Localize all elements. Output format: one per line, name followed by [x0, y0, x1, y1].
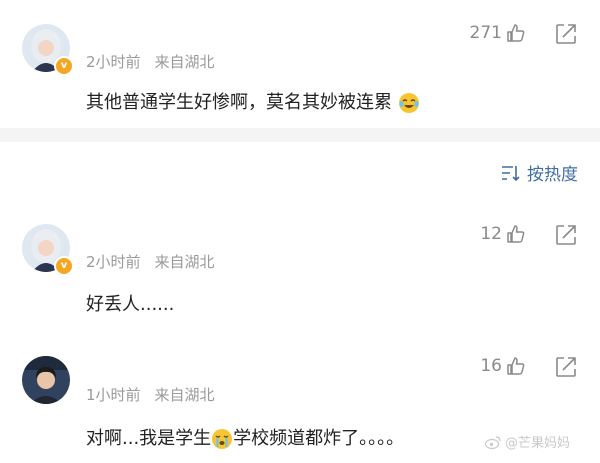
comment-meta: 1小时前 来自湖北 — [86, 384, 215, 405]
share-button[interactable] — [554, 223, 578, 247]
sort-label: 按热度 — [527, 165, 578, 185]
comment-text-part: 其他普通学生好惨啊，莫名其妙被连累 — [86, 92, 392, 113]
comment-location: 来自湖北 — [154, 53, 215, 71]
verified-badge-icon: v — [54, 256, 74, 276]
share-icon — [556, 357, 576, 377]
like-count: 12 — [480, 224, 502, 244]
avatar[interactable] — [22, 356, 70, 404]
thumbs-up-icon — [507, 225, 525, 243]
share-icon — [556, 225, 576, 245]
verified-badge-icon: v — [54, 56, 74, 76]
weibo-logo-icon — [484, 435, 501, 449]
share-icon — [556, 24, 576, 44]
sort-by-hot-button[interactable]: 按热度 — [501, 160, 578, 185]
comment-text: 其他普通学生好惨啊，莫名其妙被连累 — [86, 88, 420, 114]
like-button[interactable]: 16 — [480, 356, 526, 376]
avatar-image — [22, 356, 70, 404]
share-button[interactable] — [554, 355, 578, 379]
comment-location: 来自湖北 — [154, 253, 215, 271]
comment-location: 来自湖北 — [154, 386, 215, 404]
section-divider — [0, 128, 600, 142]
comment-text: 好丢人...... — [86, 290, 174, 316]
like-count: 271 — [469, 23, 502, 43]
crying-emoji-icon — [212, 429, 233, 449]
comment-text-part: 对啊...我是学生 — [86, 428, 212, 449]
sort-icon — [502, 165, 520, 181]
like-count: 16 — [480, 356, 502, 376]
like-button[interactable]: 12 — [480, 224, 526, 244]
comment-meta: 2小时前 来自湖北 — [86, 51, 215, 72]
like-button[interactable]: 271 — [470, 23, 526, 43]
comment-meta: 2小时前 来自湖北 — [86, 251, 215, 272]
laughing-tears-emoji-icon — [398, 93, 419, 113]
thumbs-up-icon — [507, 24, 525, 42]
comment-text-part: 学校频道都炸了。。。。 — [233, 428, 405, 449]
watermark: @芒果妈妈 — [484, 432, 570, 451]
watermark-text: @芒果妈妈 — [504, 436, 570, 451]
comment-time: 1小时前 — [86, 386, 141, 404]
comment-time: 2小时前 — [86, 253, 141, 271]
comment-text: 对啊...我是学生 学校频道都炸了。。。。 — [86, 424, 404, 450]
share-button[interactable] — [554, 22, 578, 46]
comment-text-part: 好丢人...... — [86, 294, 175, 315]
thumbs-up-icon — [507, 357, 525, 375]
comment-time: 2小时前 — [86, 53, 141, 71]
